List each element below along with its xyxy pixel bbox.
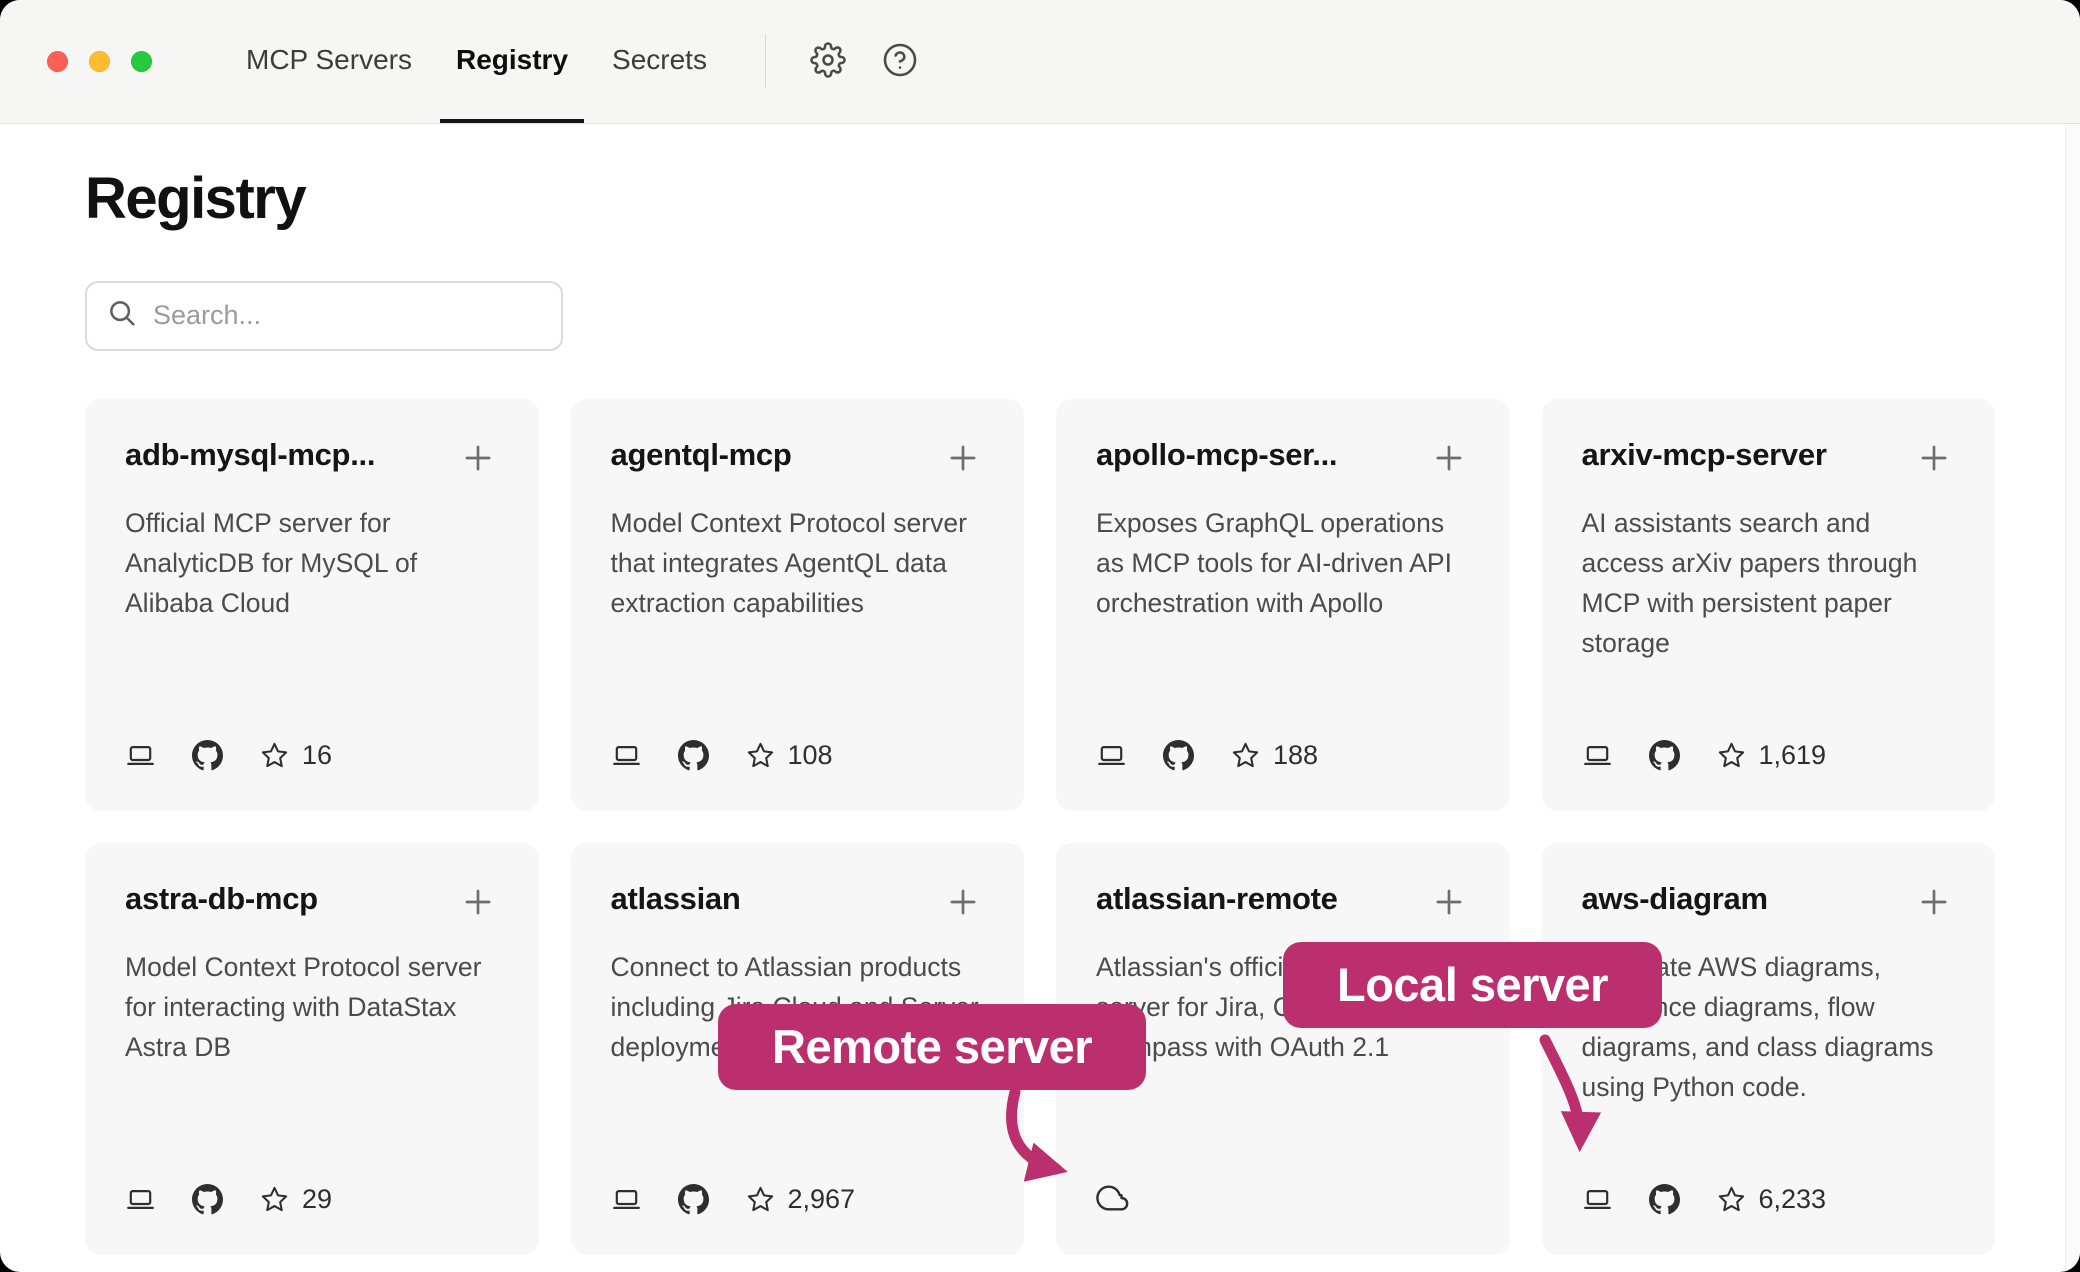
settings-button[interactable] bbox=[806, 40, 850, 84]
star-count: 16 bbox=[302, 740, 332, 771]
laptop-icon bbox=[1096, 740, 1127, 771]
star-icon bbox=[745, 1184, 776, 1215]
github-icon[interactable] bbox=[678, 740, 709, 771]
server-name: adb-mysql-mcp... bbox=[125, 437, 375, 473]
server-grid: adb-mysql-mcp... Official MCP server for… bbox=[85, 399, 1995, 1255]
add-server-button[interactable] bbox=[457, 437, 499, 479]
search-box bbox=[85, 281, 563, 351]
star-icon bbox=[259, 740, 290, 771]
remote-server-annotation: Remote server bbox=[718, 1004, 1146, 1090]
server-card-astra-db-mcp[interactable]: astra-db-mcp Model Context Protocol serv… bbox=[85, 843, 539, 1255]
add-server-button[interactable] bbox=[942, 881, 984, 923]
server-card-apollo-mcp-server[interactable]: apollo-mcp-ser... Exposes GraphQL operat… bbox=[1056, 399, 1510, 811]
plus-icon bbox=[1915, 883, 1953, 921]
star-count: 108 bbox=[788, 740, 833, 771]
add-server-button[interactable] bbox=[1428, 437, 1470, 479]
local-server-annotation: Local server bbox=[1283, 942, 1662, 1028]
laptop-icon bbox=[611, 1184, 642, 1215]
plus-icon bbox=[944, 883, 982, 921]
server-name: astra-db-mcp bbox=[125, 881, 318, 917]
star-icon bbox=[1230, 740, 1261, 771]
plus-icon bbox=[459, 883, 497, 921]
server-name: apollo-mcp-ser... bbox=[1096, 437, 1337, 473]
server-name: atlassian bbox=[611, 881, 741, 917]
plus-icon bbox=[1430, 439, 1468, 477]
server-card-adb-mysql-mcp[interactable]: adb-mysql-mcp... Official MCP server for… bbox=[85, 399, 539, 811]
star-icon bbox=[1716, 740, 1747, 771]
add-server-button[interactable] bbox=[457, 881, 499, 923]
tab-secrets[interactable]: Secrets bbox=[596, 0, 723, 123]
server-name: arxiv-mcp-server bbox=[1582, 437, 1827, 473]
server-name: agentql-mcp bbox=[611, 437, 792, 473]
github-icon[interactable] bbox=[1649, 1184, 1680, 1215]
laptop-icon bbox=[125, 1184, 156, 1215]
search-input[interactable] bbox=[153, 300, 541, 331]
server-card-agentql-mcp[interactable]: agentql-mcp Model Context Protocol serve… bbox=[571, 399, 1025, 811]
search-icon bbox=[107, 298, 137, 333]
star-icon bbox=[259, 1184, 290, 1215]
server-description: Exposes GraphQL operations as MCP tools … bbox=[1096, 503, 1470, 623]
star-icon bbox=[1716, 1184, 1747, 1215]
star-count: 6,233 bbox=[1759, 1184, 1827, 1215]
scrollbar[interactable] bbox=[2065, 125, 2080, 1272]
cloud-icon bbox=[1096, 1181, 1130, 1215]
server-card-arxiv-mcp-server[interactable]: arxiv-mcp-server AI assistants search an… bbox=[1542, 399, 1996, 811]
server-description: Official MCP server for AnalyticDB for M… bbox=[125, 503, 499, 623]
close-button[interactable] bbox=[47, 51, 68, 72]
titlebar-actions bbox=[806, 0, 922, 123]
titlebar-divider bbox=[765, 34, 766, 89]
star-count: 1,619 bbox=[1759, 740, 1827, 771]
zoom-button[interactable] bbox=[131, 51, 152, 72]
server-card-aws-diagram[interactable]: aws-diagram Generate AWS diagrams, seque… bbox=[1542, 843, 1996, 1255]
main-nav: MCP Servers Registry Secrets bbox=[230, 0, 723, 123]
plus-icon bbox=[459, 439, 497, 477]
add-server-button[interactable] bbox=[942, 437, 984, 479]
plus-icon bbox=[1915, 439, 1953, 477]
laptop-icon bbox=[611, 740, 642, 771]
tab-mcp-servers[interactable]: MCP Servers bbox=[230, 0, 428, 123]
star-count: 29 bbox=[302, 1184, 332, 1215]
plus-icon bbox=[1430, 883, 1468, 921]
page-title: Registry bbox=[85, 166, 1995, 233]
star-icon bbox=[745, 740, 776, 771]
plus-icon bbox=[944, 439, 982, 477]
github-icon[interactable] bbox=[1163, 740, 1194, 771]
server-name: atlassian-remote bbox=[1096, 881, 1338, 917]
github-icon[interactable] bbox=[678, 1184, 709, 1215]
help-button[interactable] bbox=[878, 40, 922, 84]
add-server-button[interactable] bbox=[1428, 881, 1470, 923]
server-description: Model Context Protocol server that integ… bbox=[611, 503, 985, 623]
server-description: Model Context Protocol server for intera… bbox=[125, 947, 499, 1067]
star-count: 188 bbox=[1273, 740, 1318, 771]
minimize-button[interactable] bbox=[89, 51, 110, 72]
add-server-button[interactable] bbox=[1913, 881, 1955, 923]
titlebar: MCP Servers Registry Secrets bbox=[0, 0, 2080, 124]
add-server-button[interactable] bbox=[1913, 437, 1955, 479]
help-icon bbox=[882, 42, 918, 81]
github-icon[interactable] bbox=[1649, 740, 1680, 771]
gear-icon bbox=[810, 42, 846, 81]
laptop-icon bbox=[1582, 1184, 1613, 1215]
server-name: aws-diagram bbox=[1582, 881, 1768, 917]
laptop-icon bbox=[125, 740, 156, 771]
tab-registry[interactable]: Registry bbox=[440, 0, 584, 123]
server-description: AI assistants search and access arXiv pa… bbox=[1582, 503, 1956, 663]
laptop-icon bbox=[1582, 740, 1613, 771]
app-window: MCP Servers Registry Secrets bbox=[0, 0, 2080, 1272]
traffic-lights bbox=[0, 0, 152, 123]
github-icon[interactable] bbox=[192, 1184, 223, 1215]
star-count: 2,967 bbox=[788, 1184, 856, 1215]
github-icon[interactable] bbox=[192, 740, 223, 771]
registry-page: Registry adb-mysql-mcp... Official MCP s… bbox=[0, 166, 2080, 1255]
